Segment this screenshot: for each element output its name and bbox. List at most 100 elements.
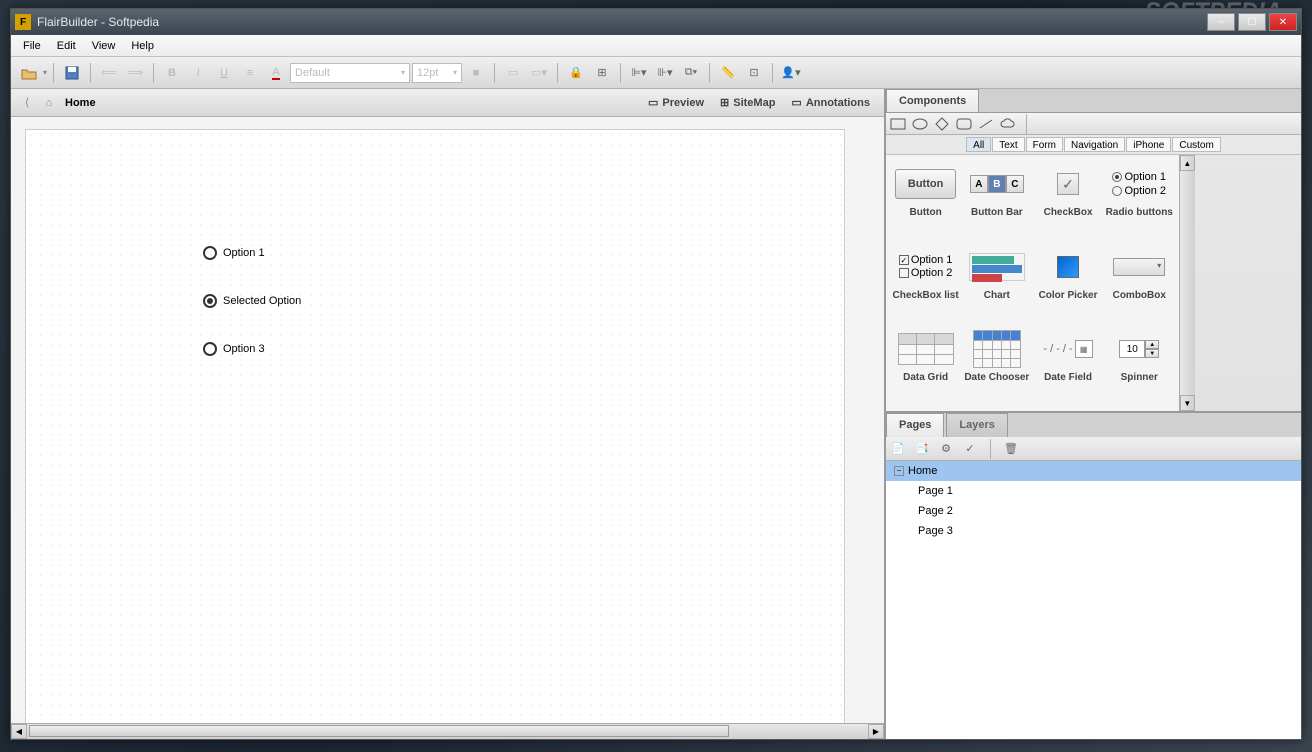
comp-combobox[interactable]: ComboBox [1104,242,1175,325]
save-button[interactable] [60,62,84,84]
radio-icon [203,294,217,308]
filter-custom[interactable]: Custom [1172,137,1220,152]
comp-datagrid[interactable]: Data Grid [890,324,961,407]
line-shape-icon[interactable] [978,118,994,130]
underline-button[interactable]: U [212,62,236,84]
preview-icon: ▭ [648,96,658,109]
comp-chart[interactable]: Chart [961,242,1032,325]
minimize-button[interactable]: ─ [1207,13,1235,31]
canvas-radio-2[interactable]: Selected Option [203,294,301,308]
canvas-radio-1[interactable]: Option 1 [203,246,265,260]
menu-file[interactable]: File [15,37,49,55]
components-tab-row: Components [886,89,1301,113]
shape-bar [886,113,1301,135]
comp-checkbox[interactable]: ✓ CheckBox [1032,159,1103,242]
app-window: F FlairBuilder - Softpedia ─ ☐ ✕ File Ed… [10,8,1302,740]
page-settings-button[interactable]: ⚙ [938,441,954,457]
menu-help[interactable]: Help [123,37,162,55]
lock-button[interactable]: 🔒 [564,62,588,84]
font-color-button[interactable]: A [264,62,288,84]
tree-item-page3[interactable]: Page 3 [886,521,1301,541]
border-style-button[interactable]: ▭▾ [527,62,551,84]
sitemap-icon: ⊞ [720,96,729,109]
ellipse-shape-icon[interactable] [912,118,928,130]
canvas[interactable]: Option 1 Selected Option Option 3 [25,129,845,723]
sitemap-button[interactable]: ⊞SiteMap [712,93,783,112]
page-check-button[interactable]: ✓ [962,441,978,457]
right-pane: Components All Text Form Navigation iPho… [885,89,1301,739]
calendar-icon: ▦ [1075,340,1093,358]
rect-shape-icon[interactable] [890,118,906,130]
menu-view[interactable]: View [84,37,124,55]
close-button[interactable]: ✕ [1269,13,1297,31]
filter-form[interactable]: Form [1026,137,1063,152]
distribute-button[interactable]: ⊪▾ [653,62,677,84]
font-select[interactable]: Default [290,63,410,83]
h-scrollbar[interactable]: ◀ ▶ [11,723,884,739]
comp-datefield[interactable]: - / - / -▦ Date Field [1032,324,1103,407]
new-page-button[interactable]: 📄 [890,441,906,457]
comp-button[interactable]: Button Button [890,159,961,242]
menubar: File Edit View Help [11,35,1301,57]
comp-radio[interactable]: Option 1Option 2 Radio buttons [1104,159,1175,242]
fill-color-button[interactable]: ■ [464,62,488,84]
page-tree: − Home Page 1 Page 2 Page 3 [886,461,1301,739]
cloud-shape-icon[interactable] [1000,118,1016,130]
undo-button[interactable]: ⟸ [97,62,121,84]
components-tab[interactable]: Components [886,89,979,112]
align-objects-button[interactable]: ⊫▾ [627,62,651,84]
scroll-up-button[interactable]: ▲ [1180,155,1195,171]
comp-spinner[interactable]: ▲▼ Spinner [1104,324,1175,407]
font-size-select[interactable]: 12pt [412,63,462,83]
scroll-left-button[interactable]: ◀ [11,724,27,739]
component-grid: Button Button ABC Button Bar ✓ CheckBox … [886,155,1179,411]
collapse-icon[interactable]: − [894,466,904,476]
main-toolbar: ▾ ⟸ ⟹ B I U ≡ A Default 12pt ■ ▭ ▭▾ 🔒 ⊞ … [11,57,1301,89]
annotations-button[interactable]: ▭Annotations [783,93,878,112]
canvas-radio-3[interactable]: Option 3 [203,342,265,356]
comp-cblist[interactable]: ✓Option 1Option 2 CheckBox list [890,242,961,325]
canvas-pane: ⟨ ⌂ Home ▭Preview ⊞SiteMap ▭Annotations … [11,89,885,739]
filter-all[interactable]: All [966,137,991,152]
nav-home-icon[interactable]: ⌂ [39,93,59,113]
nav-back-button[interactable]: ⟨ [17,93,37,113]
pages-tab[interactable]: Pages [886,413,944,437]
ruler-button[interactable]: 📏 [716,62,740,84]
arrange-button[interactable]: ⧉▾ [679,62,703,84]
comp-datechooser[interactable]: Date Chooser [961,324,1032,407]
border-button[interactable]: ▭ [501,62,525,84]
duplicate-page-button[interactable]: 📑 [914,441,930,457]
group-button[interactable]: ⊞ [590,62,614,84]
comp-colorpicker[interactable]: Color Picker [1032,242,1103,325]
menu-edit[interactable]: Edit [49,37,84,55]
scroll-right-button[interactable]: ▶ [868,724,884,739]
tree-item-home[interactable]: − Home [886,461,1301,481]
open-button[interactable] [17,62,41,84]
maximize-button[interactable]: ☐ [1238,13,1266,31]
radio-icon [203,246,217,260]
tree-item-page2[interactable]: Page 2 [886,501,1301,521]
align-button[interactable]: ≡ [238,62,262,84]
filter-iphone[interactable]: iPhone [1126,137,1171,152]
breadcrumb-home[interactable]: Home [65,97,96,109]
user-button[interactable]: 👤▾ [779,62,803,84]
filter-navigation[interactable]: Navigation [1064,137,1125,152]
diamond-shape-icon[interactable] [934,118,950,130]
preview-button[interactable]: ▭Preview [640,93,712,112]
layers-tab[interactable]: Layers [946,413,1007,437]
pages-tabs: Pages Layers [886,413,1301,437]
comp-buttonbar[interactable]: ABC Button Bar [961,159,1032,242]
filter-text[interactable]: Text [992,137,1024,152]
italic-button[interactable]: I [186,62,210,84]
grid-button[interactable]: ⊡ [742,62,766,84]
canvas-wrap: Option 1 Selected Option Option 3 [11,117,884,723]
bold-button[interactable]: B [160,62,184,84]
roundrect-shape-icon[interactable] [956,118,972,130]
redo-button[interactable]: ⟹ [123,62,147,84]
annotations-icon: ▭ [791,96,801,109]
delete-page-button[interactable]: 🗑 [1003,441,1019,457]
component-scrollbar[interactable]: ▲ ▼ [1179,155,1195,411]
scroll-thumb[interactable] [29,725,729,737]
tree-item-page1[interactable]: Page 1 [886,481,1301,501]
scroll-down-button[interactable]: ▼ [1180,395,1195,411]
